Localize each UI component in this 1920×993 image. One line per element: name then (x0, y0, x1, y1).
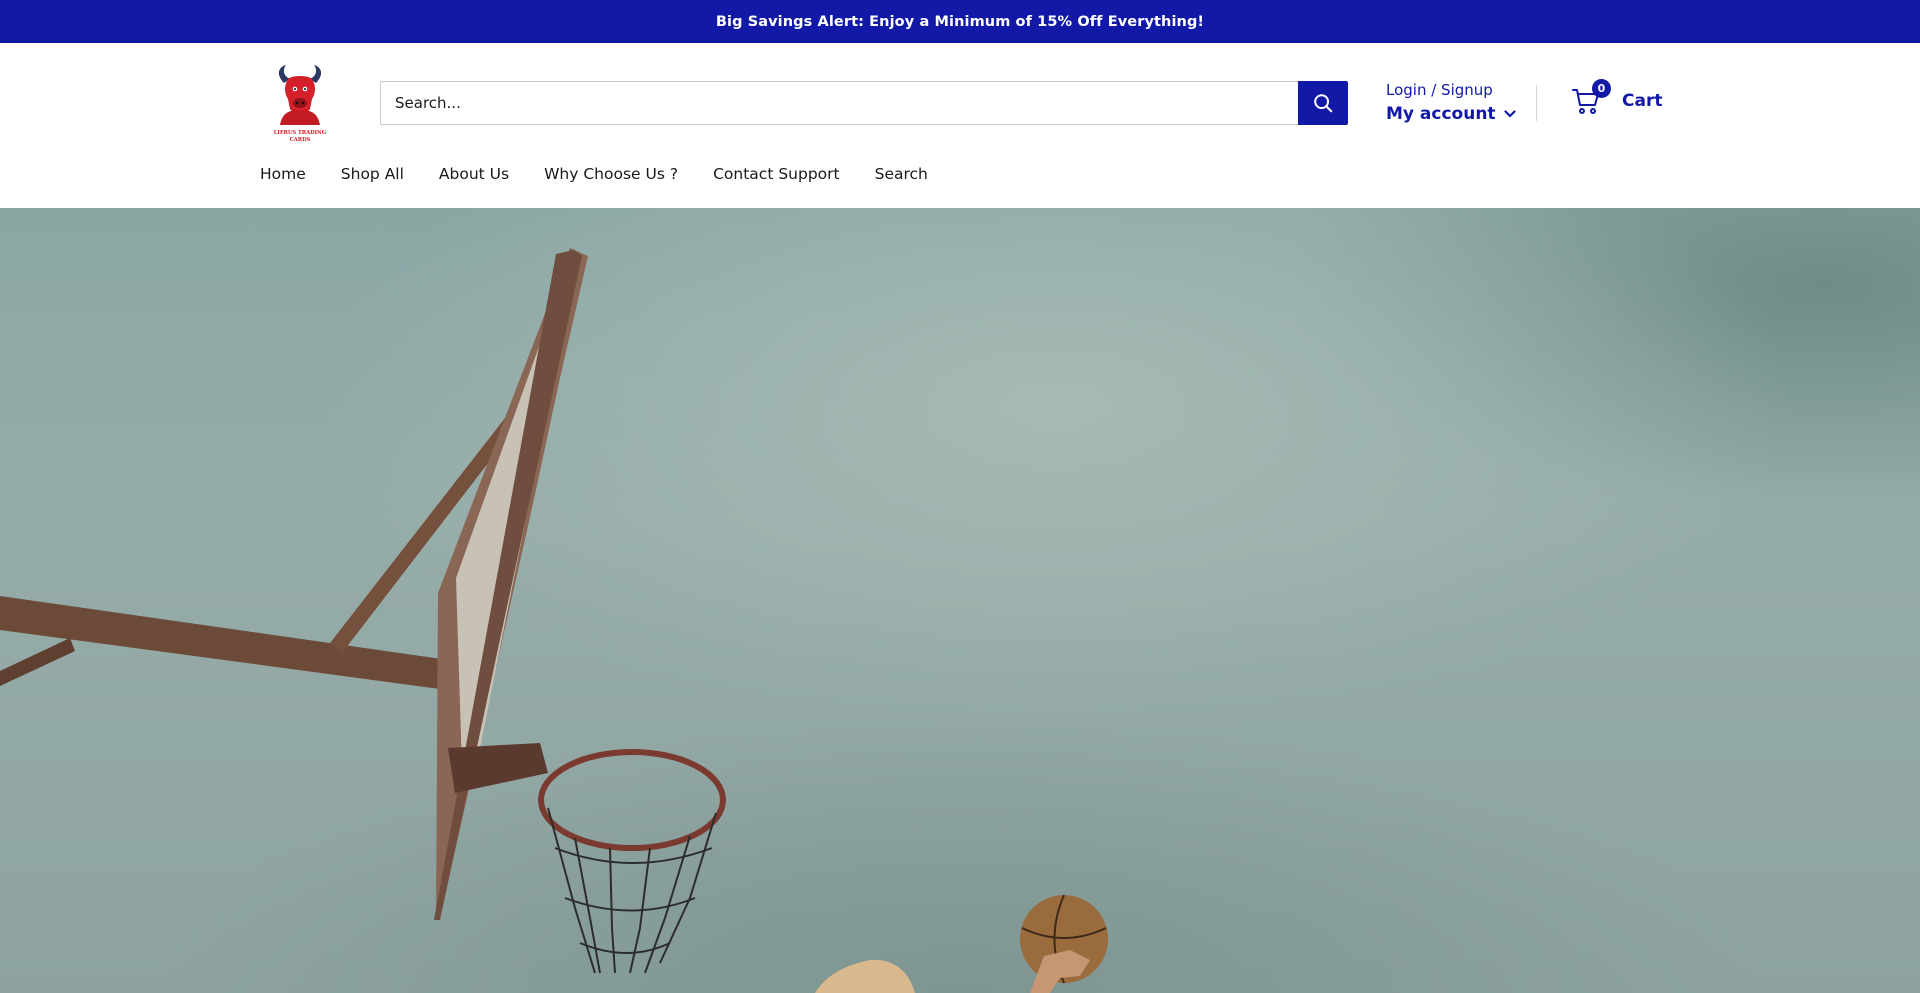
nav-item-search[interactable]: Search (875, 165, 928, 183)
logo-text-line1: LIFRUS TRADING (274, 130, 327, 136)
search-bar (380, 81, 1348, 125)
my-account-dropdown[interactable]: My account (1386, 103, 1516, 125)
rim-bracket (448, 743, 548, 793)
hoop-rim (538, 749, 726, 851)
cart-count-badge: 0 (1592, 79, 1611, 98)
nav-item-about-us[interactable]: About Us (439, 165, 509, 183)
hoop-support-lower (0, 638, 75, 686)
logo-text-line2: CARDS (290, 137, 311, 143)
announcement-text: Big Savings Alert: Enjoy a Minimum of 15… (715, 13, 1205, 30)
player-head (815, 959, 915, 993)
hoop-net (547, 807, 717, 974)
store-logo[interactable]: LIFRUS TRADING CARDS (266, 61, 334, 145)
header-divider (1536, 85, 1537, 121)
nav-item-why-choose-us[interactable]: Why Choose Us ? (544, 165, 678, 183)
hero-banner[interactable] (0, 208, 1920, 993)
nav-item-home[interactable]: Home (260, 165, 306, 183)
search-button[interactable] (1298, 81, 1348, 125)
main-nav: Home Shop All About Us Why Choose Us ? C… (260, 165, 928, 183)
announcement-bar: Big Savings Alert: Enjoy a Minimum of 15… (0, 0, 1920, 43)
account-menu: Login / Signup My account (1386, 80, 1516, 125)
search-icon (1314, 94, 1333, 113)
chevron-down-icon (1503, 110, 1516, 118)
cart-icon-wrap: 0 (1571, 79, 1611, 116)
cart-label: Cart (1622, 91, 1663, 111)
nav-item-shop-all[interactable]: Shop All (341, 165, 404, 183)
site-header: LIFRUS TRADING CARDS Login / Signup My a… (0, 43, 1920, 208)
nav-item-contact-support[interactable]: Contact Support (713, 165, 840, 183)
search-input[interactable] (380, 81, 1298, 125)
cart-link[interactable]: 0 Cart (1571, 79, 1663, 116)
login-signup-link[interactable]: Login / Signup (1386, 80, 1516, 100)
hero-image (0, 248, 1108, 993)
my-account-label: My account (1386, 104, 1496, 124)
